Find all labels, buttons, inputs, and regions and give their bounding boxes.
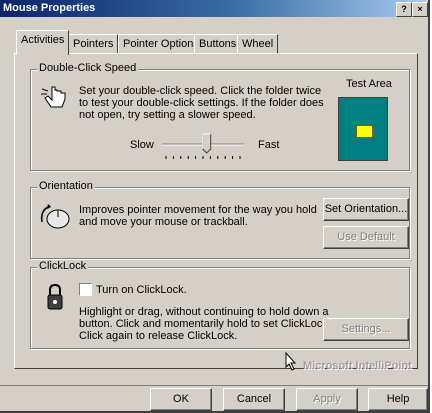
help-title-button[interactable]: ? [396, 2, 412, 17]
window-title: Mouse Properties [3, 2, 96, 14]
clicklock-desc-line1: Highlight or drag, without continuing to… [79, 306, 329, 318]
tab-wheel[interactable]: Wheel [237, 34, 279, 54]
help-button[interactable]: Help [368, 388, 428, 411]
slow-label: Slow [130, 139, 154, 151]
title-bar[interactable]: Mouse Properties ? × [0, 0, 428, 17]
footer-separator [0, 385, 428, 386]
orientation-desc-line1: Improves pointer movement for the way yo… [79, 204, 317, 216]
clicklock-desc-line2: button. Click and momentarily hold to se… [79, 318, 331, 330]
intellipoint-branding: Microsoft IntelliPoint [303, 360, 412, 372]
orientation-legend: Orientation [37, 180, 95, 192]
ok-button[interactable]: OK [150, 388, 212, 411]
apply-button[interactable]: Apply [296, 388, 358, 411]
cancel-button[interactable]: Cancel [223, 388, 285, 411]
set-orientation-button[interactable]: Set Orientation... [323, 198, 409, 221]
clicklock-checkbox-label[interactable]: Turn on ClickLock. [96, 284, 187, 296]
test-area[interactable] [338, 97, 388, 161]
lock-icon [47, 284, 63, 310]
clicklock-desc-line3: Click again to release ClickLock. [79, 330, 238, 342]
double-click-speed-legend: Double-Click Speed [37, 62, 139, 74]
folder-icon[interactable] [356, 125, 373, 138]
use-default-button[interactable]: Use Default [323, 226, 409, 249]
slider-thumb[interactable] [202, 133, 212, 154]
mouse-properties-window: Mouse Properties ? × Activities Pointers… [0, 0, 430, 413]
clicklock-legend: ClickLock [37, 260, 89, 272]
double-click-desc-line3: not open, try setting a slower speed. [79, 109, 256, 121]
double-click-speed-slider[interactable] [158, 130, 248, 164]
tab-pointer-options[interactable]: Pointer Options [118, 34, 204, 54]
mouse-orientation-icon [40, 204, 70, 229]
tab-buttons[interactable]: Buttons [194, 34, 242, 54]
double-click-desc-line1: Set your double-click speed. Click the f… [79, 85, 322, 97]
tab-activities[interactable]: Activities [16, 30, 70, 55]
clicklock-checkbox[interactable] [79, 283, 92, 296]
orientation-desc-line2: and move your mouse or trackball. [79, 216, 248, 228]
tab-pointers[interactable]: Pointers [68, 34, 119, 54]
fast-label: Fast [258, 139, 280, 151]
pointing-hand-icon [41, 86, 66, 108]
clicklock-settings-button[interactable]: Settings... [323, 318, 409, 341]
test-area-label: Test Area [346, 78, 392, 90]
pointer-cursor-icon [285, 352, 297, 371]
double-click-desc-line2: to test your double-click settings. If t… [79, 97, 324, 109]
close-button[interactable]: × [412, 2, 428, 17]
